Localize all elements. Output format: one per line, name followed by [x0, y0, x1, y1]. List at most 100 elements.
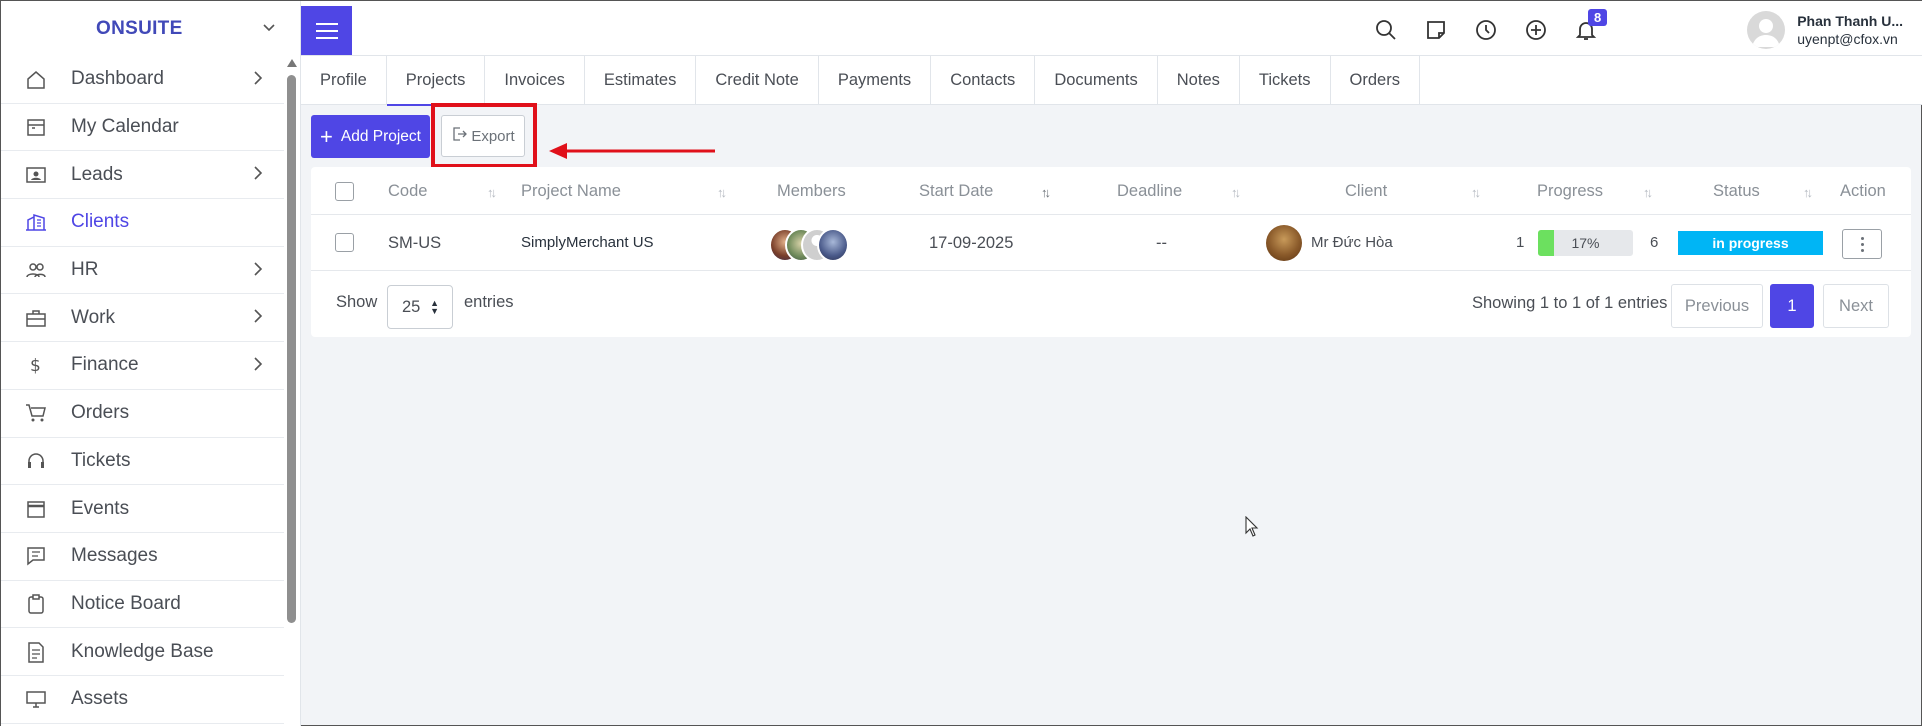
- sidebar-item-dashboard[interactable]: Dashboard: [1, 56, 284, 104]
- start-date: 17-09-2025: [929, 234, 1014, 252]
- sidebar-item-events[interactable]: Events: [1, 485, 284, 533]
- column-header-action: Action: [1840, 182, 1886, 200]
- avatar: [1747, 11, 1786, 49]
- sidebar-item-clients[interactable]: Clients: [1, 199, 284, 247]
- sidebar-item-assets[interactable]: Assets: [1, 676, 284, 724]
- sidebar-item-label: Knowledge Base: [71, 640, 214, 662]
- table-row[interactable]: SM-US SimplyMerchant US 17-09-2025 -- Mr…: [311, 215, 1911, 271]
- tab-orders[interactable]: Orders: [1331, 56, 1420, 105]
- sidebar-item-finance[interactable]: $ Finance: [1, 342, 284, 390]
- next-page-button[interactable]: Next: [1823, 284, 1889, 328]
- sidebar-item-label: Orders: [71, 402, 130, 424]
- sort-icon[interactable]: ↑↓: [487, 185, 497, 200]
- sidebar-item-notice-board[interactable]: Notice Board: [1, 581, 284, 629]
- tab-estimates[interactable]: Estimates: [585, 56, 697, 105]
- sidebar-item-orders[interactable]: Orders: [1, 390, 284, 438]
- column-header-client[interactable]: Client: [1345, 167, 1387, 215]
- member-avatar[interactable]: [817, 228, 849, 262]
- sidebar-item-label: Leads: [71, 163, 123, 185]
- add-circle-icon[interactable]: [1524, 18, 1548, 42]
- column-header-project-name[interactable]: Project Name: [521, 167, 621, 215]
- tab-credit-note[interactable]: Credit Note: [696, 56, 819, 105]
- scroll-up-arrow-icon[interactable]: [287, 59, 297, 67]
- column-header-code[interactable]: Code: [388, 167, 427, 215]
- scrollbar-thumb[interactable]: [287, 75, 296, 623]
- chevron-down-icon[interactable]: [261, 19, 277, 41]
- tab-contacts[interactable]: Contacts: [931, 56, 1036, 105]
- sidebar-item-work[interactable]: Work: [1, 294, 284, 343]
- sort-desc-icon[interactable]: ↑↓: [1041, 185, 1051, 200]
- progress-end: 6: [1650, 234, 1659, 251]
- sort-icon[interactable]: ↑↓: [1803, 185, 1813, 200]
- tab-invoices[interactable]: Invoices: [485, 56, 585, 105]
- tab-payments[interactable]: Payments: [819, 56, 932, 105]
- members-avatars[interactable]: [769, 228, 849, 262]
- user-menu[interactable]: Phan Thanh U... uyenpt@cfox.vn: [1747, 11, 1903, 49]
- sidebar-item-label: Events: [71, 497, 130, 519]
- notification-badge: 8: [1588, 9, 1608, 26]
- page-1-button[interactable]: 1: [1770, 284, 1814, 328]
- sidebar-item-label: HR: [71, 259, 99, 281]
- progress-bar: 17%: [1538, 230, 1633, 256]
- clock-icon[interactable]: [1474, 18, 1498, 42]
- menu-toggle-button[interactable]: [301, 6, 352, 55]
- entries-value: 25: [402, 298, 421, 316]
- tab-notes[interactable]: Notes: [1158, 56, 1240, 105]
- tab-profile[interactable]: Profile: [301, 56, 387, 105]
- brand-name: ONSUITE: [96, 17, 183, 39]
- progress-percent: 17%: [1571, 235, 1600, 251]
- select-caret-icon: ▲ ▼: [430, 298, 439, 316]
- table-header: Code ↑↓ Project Name ↑↓ Members Start Da…: [311, 167, 1911, 215]
- chevron-right-icon: [252, 165, 264, 187]
- sort-icon[interactable]: ↑↓: [1231, 185, 1241, 200]
- sidebar-item-my-calendar[interactable]: My Calendar: [1, 104, 284, 152]
- sidebar-item-label: Messages: [71, 545, 158, 567]
- chevron-right-icon: [252, 308, 264, 330]
- projects-table-card: Code ↑↓ Project Name ↑↓ Members Start Da…: [311, 167, 1911, 337]
- sidebar-item-hr[interactable]: HR: [1, 247, 284, 295]
- sticky-note-icon[interactable]: [1424, 18, 1448, 42]
- sort-icon[interactable]: ↑↓: [1643, 185, 1653, 200]
- people-icon: [25, 259, 47, 281]
- row-action-menu-button[interactable]: [1842, 229, 1882, 259]
- client-name[interactable]: Mr Đức Hòa: [1311, 215, 1393, 271]
- client-avatar[interactable]: [1266, 225, 1302, 261]
- sidebar-item-label: Dashboard: [71, 68, 164, 90]
- sidebar-scrollbar[interactable]: [284, 59, 298, 726]
- sidebar-item-messages[interactable]: Messages: [1, 533, 284, 581]
- sidebar-item-label: Notice Board: [71, 592, 181, 614]
- entries-label: entries: [464, 293, 514, 311]
- tab-tickets[interactable]: Tickets: [1240, 56, 1331, 105]
- project-name-link[interactable]: SimplyMerchant US: [521, 215, 654, 271]
- project-code: SM-US: [388, 234, 442, 252]
- sidebar-item-knowledge-base[interactable]: Knowledge Base: [1, 628, 284, 676]
- calendar-icon: [25, 116, 47, 138]
- bell-icon[interactable]: 8: [1574, 9, 1608, 42]
- search-icon[interactable]: [1374, 18, 1398, 42]
- status-badge: in progress: [1678, 231, 1823, 255]
- tab-documents[interactable]: Documents: [1035, 56, 1158, 105]
- column-header-status[interactable]: Status: [1713, 167, 1760, 215]
- sort-icon[interactable]: ↑↓: [717, 185, 727, 200]
- row-checkbox[interactable]: [335, 233, 354, 252]
- sidebar-item-label: Finance: [71, 354, 139, 376]
- previous-page-button[interactable]: Previous: [1671, 284, 1763, 328]
- column-header-progress[interactable]: Progress: [1537, 167, 1603, 215]
- sidebar: ONSUITE Dashboard My Calendar Leads Clients…: [1, 1, 301, 726]
- sidebar-item-leads[interactable]: Leads: [1, 151, 284, 200]
- sidebar-menu: Dashboard My Calendar Leads Clients HR Work $ F…: [1, 56, 284, 724]
- brand-logo[interactable]: ONSUITE: [1, 1, 300, 56]
- building-icon: [25, 211, 47, 233]
- column-header-start-date[interactable]: Start Date: [919, 167, 993, 215]
- entries-per-page-select[interactable]: 25 ▲ ▼: [387, 285, 453, 329]
- progress-start: 1: [1516, 234, 1525, 251]
- add-project-button[interactable]: + Add Project: [311, 115, 430, 158]
- sort-icon[interactable]: ↑↓: [1471, 185, 1481, 200]
- sidebar-item-tickets[interactable]: Tickets: [1, 438, 284, 486]
- sidebar-item-label: Work: [71, 306, 115, 328]
- chevron-right-icon: [252, 356, 264, 378]
- select-all-checkbox[interactable]: [335, 182, 354, 201]
- sidebar-item-label: Assets: [71, 688, 129, 710]
- column-header-deadline[interactable]: Deadline: [1117, 167, 1182, 215]
- tab-projects[interactable]: Projects: [386, 56, 486, 106]
